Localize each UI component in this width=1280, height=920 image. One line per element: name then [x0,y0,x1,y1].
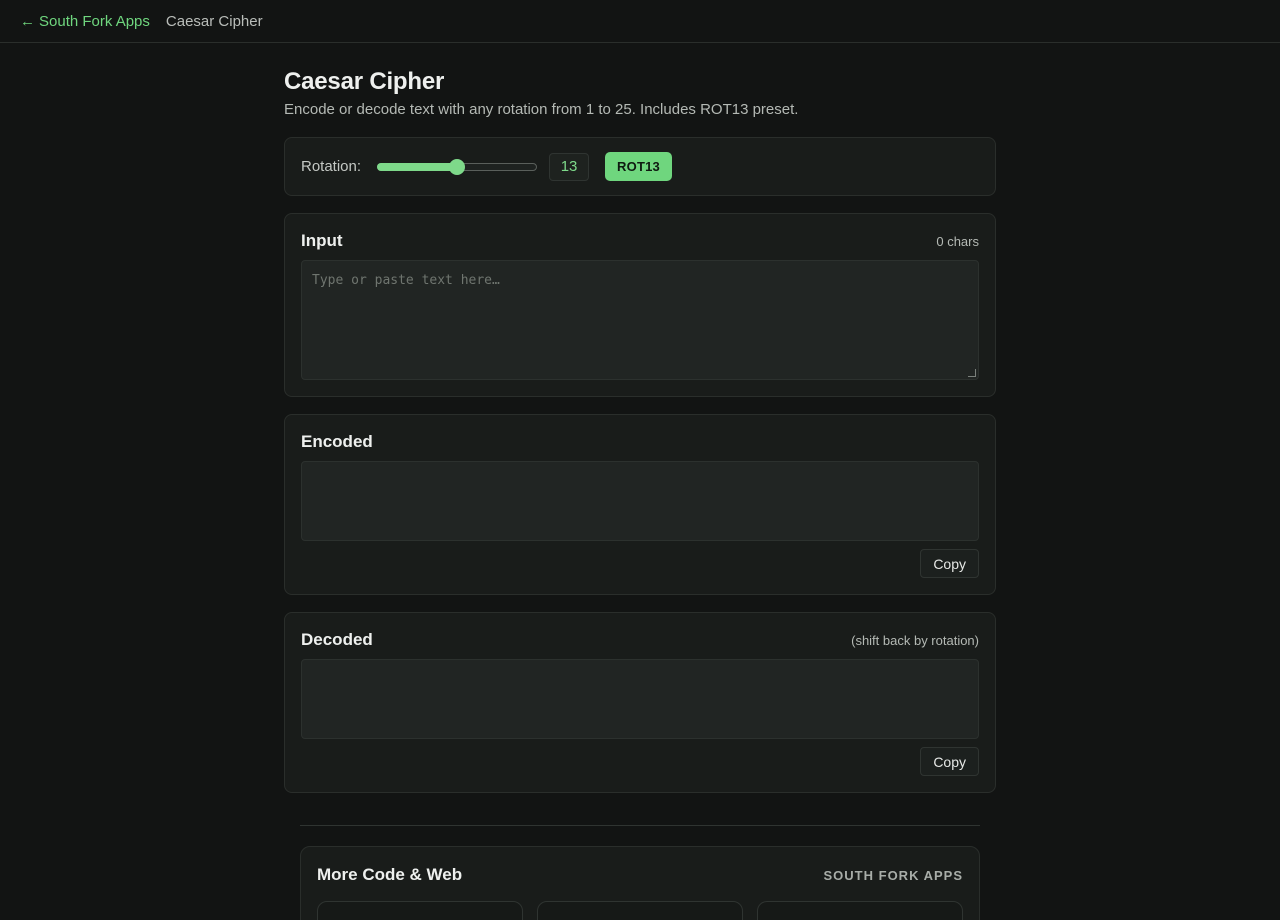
input-title: Input [301,231,343,250]
rotation-card: Rotation: 13 ROT13 [284,137,996,196]
main-content: Caesar Cipher Encode or decode text with… [284,43,996,920]
rotation-slider[interactable] [377,158,538,175]
back-link-label: South Fork Apps [39,12,150,30]
encoded-output[interactable] [301,461,979,541]
rot13-button[interactable]: ROT13 [605,152,672,181]
decoded-output[interactable] [301,659,979,739]
copy-encoded-button[interactable]: Copy [920,549,979,578]
more-apps-card: More Code & Web SOUTH FORK APPS [300,846,980,920]
decoded-note: (shift back by rotation) [851,632,979,648]
rotation-value[interactable]: 13 [549,152,590,181]
back-arrow-icon: ← [20,12,35,30]
page-title: Caesar Cipher [284,68,445,95]
input-textarea[interactable]: Type or paste text here… [301,260,979,380]
more-brand: SOUTH FORK APPS [823,867,963,883]
breadcrumb-current: Caesar Cipher [165,12,263,30]
back-link[interactable]: ← South Fork Apps [20,13,150,30]
encoded-title: Encoded [301,432,373,451]
encoded-panel: Encoded Copy [284,414,996,595]
more-app-tile[interactable] [757,901,963,920]
section-divider [300,825,980,826]
resize-handle-icon[interactable] [968,369,976,377]
top-bar: ← South Fork Apps Caesar Cipher [0,0,1280,43]
char-count: 0 chars [936,233,979,249]
more-app-tile[interactable] [537,901,743,920]
slider-fill [377,162,458,171]
decoded-title: Decoded [301,630,373,649]
more-title: More Code & Web [317,865,463,884]
rotation-label: Rotation: [301,158,362,175]
decoded-panel: Decoded (shift back by rotation) Copy [284,612,996,793]
page-subtitle: Encode or decode text with any rotation … [284,101,799,118]
more-app-tile[interactable] [317,901,523,920]
input-placeholder: Type or paste text here… [312,273,500,288]
slider-thumb[interactable] [449,158,466,175]
copy-decoded-button[interactable]: Copy [920,747,979,776]
input-panel: Input 0 chars Type or paste text here… [284,213,996,397]
